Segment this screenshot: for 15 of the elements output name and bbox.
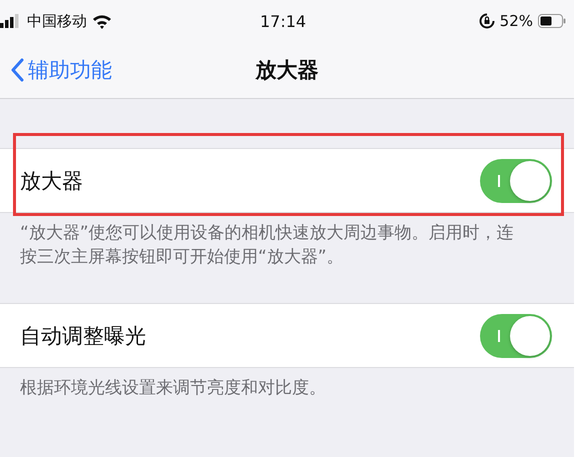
nav-title: 放大器 (256, 57, 318, 84)
setting-description: “放大器”使您可以使用设备的相机快速放大周边事物。启用时，连按三次主屏幕按钮即可开始使用“放大器”。 (19, 222, 515, 269)
toggle-switch[interactable] (480, 314, 552, 358)
battery-icon (538, 14, 566, 28)
setting-label: 放大器 (20, 168, 83, 194)
battery-percent: 52% (500, 12, 534, 30)
chevron-left-icon (10, 58, 24, 82)
toggle-switch[interactable] (480, 158, 552, 202)
carrier-name: 中国移动 (27, 12, 87, 30)
setting-description: 根据环境光线设置来调节亮度和对比度。 (19, 377, 327, 400)
status-time: 17:14 (260, 12, 306, 30)
setting-label: 自动调整曝光 (20, 322, 146, 350)
rotation-lock-icon (478, 13, 495, 29)
wifi-icon (92, 14, 112, 28)
back-link[interactable]: 辅助功能 (0, 56, 112, 84)
